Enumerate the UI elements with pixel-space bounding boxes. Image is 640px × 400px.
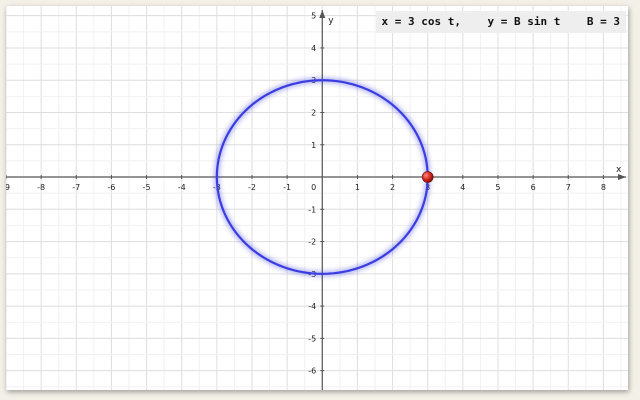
y-axis-label: y xyxy=(328,16,334,26)
y-tick-label: -1 xyxy=(308,205,316,214)
x-tick-label: 2 xyxy=(390,183,395,192)
x-tick-label: -6 xyxy=(107,183,115,192)
trace-point[interactable] xyxy=(421,171,434,183)
x-axis-label: x xyxy=(616,165,622,175)
x-tick-label: -2 xyxy=(248,183,256,192)
x-tick-label: 6 xyxy=(531,183,536,192)
formula-parameter-b: B = 3 xyxy=(586,15,620,28)
x-tick-label: -4 xyxy=(178,183,186,192)
y-tick-label: 1 xyxy=(311,141,316,150)
y-tick-label: -2 xyxy=(308,238,316,247)
y-axis-arrow-icon xyxy=(319,10,326,18)
plot-area[interactable]: xy-9-8-7-6-5-4-3-2-112345678-6-5-4-3-2-1… xyxy=(6,6,628,390)
formula-panel: x = 3 cos t, y = B sin t B = 3 xyxy=(375,11,626,33)
x-tick-label: -8 xyxy=(37,183,45,192)
x-tick-label: 7 xyxy=(566,183,571,192)
x-tick-label: 4 xyxy=(460,183,465,192)
origin-label: 0 xyxy=(311,183,316,192)
formula-x-equation: x = 3 cos t, xyxy=(381,15,462,28)
x-tick-label: -5 xyxy=(143,183,151,192)
x-tick-label: 5 xyxy=(495,183,500,192)
y-tick-label: 4 xyxy=(311,44,316,53)
x-tick-label: -1 xyxy=(283,183,291,192)
x-tick-label: -7 xyxy=(72,183,80,192)
y-tick-label: -5 xyxy=(308,334,316,343)
graph-frame: xy-9-8-7-6-5-4-3-2-112345678-6-5-4-3-2-1… xyxy=(6,6,628,390)
grid-lines xyxy=(6,6,628,390)
y-tick-label: -6 xyxy=(308,367,316,376)
x-tick-label: -9 xyxy=(6,183,10,192)
formula-y-equation: y = B sin t xyxy=(487,15,561,28)
x-tick-label: 8 xyxy=(601,183,606,192)
y-tick-label: 5 xyxy=(311,12,316,21)
x-tick-label: 1 xyxy=(355,183,360,192)
y-tick-label: 2 xyxy=(311,108,316,117)
y-tick-label: -4 xyxy=(308,302,316,311)
